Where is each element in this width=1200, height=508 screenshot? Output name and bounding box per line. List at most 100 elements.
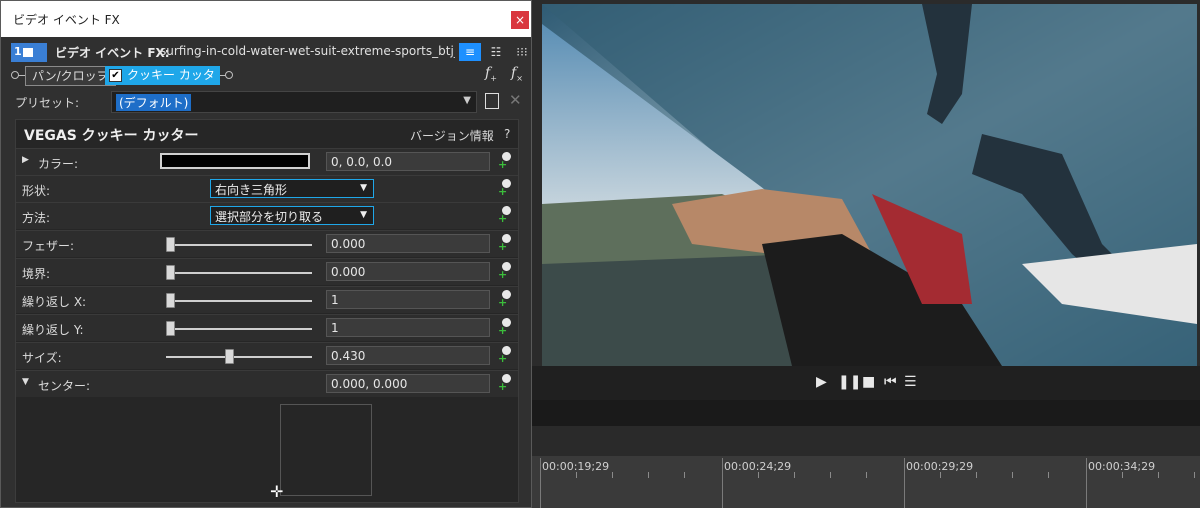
param-label: 境界: [22,267,51,281]
param-label: 方法: [22,211,51,225]
minor-tick [940,472,941,478]
major-tick [904,458,905,508]
minor-tick [684,472,685,478]
timeline-spacer [532,426,1200,456]
param-row-size: サイズ: 0.430 + [16,342,518,369]
color-swatch[interactable] [160,153,310,169]
expand-arrow-icon[interactable]: ▶ [22,155,29,165]
major-tick [722,458,723,508]
shape-dropdown[interactable]: 右向き三角形 ▼ [210,179,374,198]
fx-add-icon[interactable]: f+ [485,65,497,83]
timeline-header-strip [532,400,1200,426]
keyframe-icon[interactable]: + [498,206,512,225]
keyframe-icon[interactable]: + [498,234,512,253]
video-event-fx-window: ビデオ イベント FX × 1 ビデオ イベント FX: surfing-in-… [0,0,532,508]
plugin-pan-crop-button[interactable]: パン/クロップ [25,66,116,86]
play-icon[interactable]: ▶ [816,374,827,390]
timeline-ruler[interactable]: 00:00:19;29 00:00:24;29 00:00:29;29 00:0… [532,456,1200,508]
size-slider-thumb[interactable] [224,349,234,364]
plugin-header: VEGAS クッキー カッター バージョン情報 ? [16,120,518,148]
save-preset-icon[interactable] [485,93,499,109]
repeat-x-slider-thumb[interactable] [166,293,175,308]
plugin-enable-checkbox[interactable]: ✔ [109,69,122,82]
repeat-x-value-field[interactable]: 1 [326,290,490,309]
feather-slider-thumb[interactable] [166,237,175,252]
go-to-start-icon[interactable]: ⏮ [884,374,897,390]
feather-value-field[interactable]: 0.000 [326,234,490,253]
param-row-center: ▼ センター: 0.000, 0.000 + [16,370,518,397]
close-button[interactable]: × [511,11,529,29]
param-row-color: ▶ カラー: 0, 0.0, 0.0 + [16,148,518,175]
track-number-badge: 1 [11,43,47,62]
keyframe-icon[interactable]: + [498,318,512,337]
keyframe-icon[interactable]: + [498,346,512,365]
preset-row: プリセット: (デフォルト) ▼ ✕ [7,89,531,115]
grid-view-icon[interactable]: ☷ [485,43,507,61]
keyframe-icon[interactable]: + [498,179,512,198]
param-label: カラー: [38,157,79,171]
preset-dropdown[interactable]: (デフォルト) ▼ [111,91,477,113]
param-row-repeat-x: 繰り返し X: 1 + [16,286,518,313]
color-value-field[interactable]: 0, 0.0, 0.0 [326,152,490,171]
border-value-field[interactable]: 0.000 [326,262,490,281]
repeat-y-slider-track[interactable] [166,328,312,330]
size-slider-track[interactable] [166,356,312,358]
collapse-arrow-icon[interactable]: ▼ [22,377,29,387]
size-value-field[interactable]: 0.430 [326,346,490,365]
border-slider-track[interactable] [166,272,312,274]
track-number: 1 [14,45,22,58]
minor-tick [1122,472,1123,478]
preset-value: (デフォルト) [116,94,192,111]
repeat-y-value-field[interactable]: 1 [326,318,490,337]
minor-tick [830,472,831,478]
menu-icon[interactable]: ☰ [904,374,917,390]
param-label: フェザー: [22,239,75,253]
method-dropdown[interactable]: 選択部分を切り取る ▼ [210,206,374,225]
method-value: 選択部分を切り取る [215,210,324,224]
film-icon [23,48,33,57]
border-slider-thumb[interactable] [166,265,175,280]
minor-tick [866,472,867,478]
plugin-title: VEGAS クッキー カッター [24,128,199,144]
repeat-x-slider-track[interactable] [166,300,312,302]
chain-label: ビデオ イベント FX: [55,46,170,60]
chevron-down-icon: ▼ [463,95,471,106]
minor-tick [1012,472,1013,478]
keyframe-icon[interactable]: + [498,152,512,171]
repeat-y-slider-thumb[interactable] [166,321,175,336]
keyframe-icon[interactable]: + [498,290,512,309]
minor-tick [612,472,613,478]
keyframe-icon[interactable]: + [498,374,512,393]
delete-preset-icon[interactable]: ✕ [509,91,522,109]
minor-tick [1048,472,1049,478]
param-label: 形状: [22,184,51,198]
major-tick [540,458,541,508]
param-label: センター: [38,379,91,393]
grid-view-alt-icon[interactable]: ⁝⁝⁝ [511,43,533,61]
minor-tick [576,472,577,478]
window-titlebar[interactable]: ビデオ イベント FX × [1,1,531,37]
param-row-border: 境界: 0.000 + [16,258,518,285]
chevron-down-icon: ▼ [360,183,367,193]
feather-slider-track[interactable] [166,244,312,246]
param-row-method: 方法: 選択部分を切り取る ▼ + [16,202,518,229]
pause-icon[interactable]: ❚❚ [838,374,861,390]
shape-value: 右向き三角形 [215,183,288,197]
about-button[interactable]: バージョン情報 [410,127,494,144]
plugin-cookie-cutter-button[interactable]: ✔ クッキー カッター [105,66,220,101]
help-button[interactable]: ? [504,127,510,141]
list-view-icon[interactable]: ≡ [459,43,481,61]
stop-icon[interactable]: ■ [862,374,875,390]
fx-remove-icon[interactable]: f× [511,65,523,83]
center-position-canvas[interactable] [280,404,372,496]
param-row-shape: 形状: 右向き三角形 ▼ + [16,175,518,202]
transport-bar: ▶ ❚❚ ■ ⏮ ☰ [532,366,1200,400]
param-label: 繰り返し X: [22,295,87,309]
minor-tick [758,472,759,478]
center-value-field[interactable]: 0.000, 0.000 [326,374,490,393]
param-row-feather: フェザー: 0.000 + [16,230,518,257]
minor-tick [976,472,977,478]
param-label: サイズ: [22,351,62,365]
minor-tick [1194,472,1195,478]
keyframe-icon[interactable]: + [498,262,512,281]
